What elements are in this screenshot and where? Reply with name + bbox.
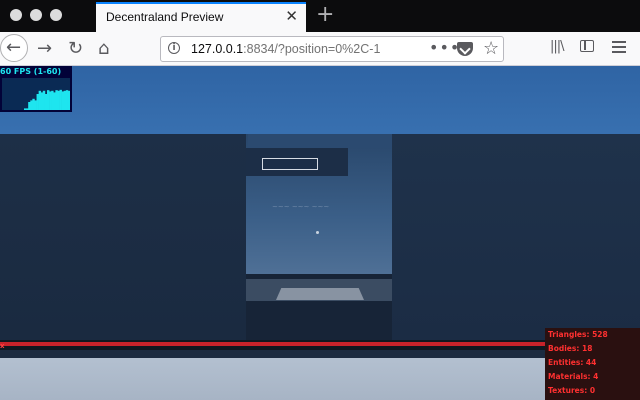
fps-history-bar: [38, 90, 42, 110]
fps-history-bar: [57, 90, 60, 110]
maximize-window-button[interactable]: [50, 9, 62, 21]
fps-history-bar: [53, 92, 56, 110]
fps-monitor: 60 FPS (1-60): [0, 66, 72, 112]
stat-entities: Entities: 44: [548, 358, 597, 367]
fps-history-bar: [63, 90, 67, 110]
upper-wall-strip: [248, 134, 392, 148]
hamburger-menu-icon[interactable]: [612, 41, 626, 56]
right-wall: [392, 134, 640, 340]
stat-textures: Textures: 0: [548, 386, 596, 395]
fps-history-bar: [55, 90, 58, 110]
fps-label: 60 FPS (1-60): [0, 67, 62, 76]
tab-decentraland-preview[interactable]: Decentraland Preview ✕: [96, 2, 306, 32]
library-icon[interactable]: |||\: [550, 39, 564, 54]
fps-history-bar: [26, 108, 29, 110]
scene-viewport[interactable]: ~~~ ~~~ ~~~ x: [0, 66, 640, 400]
sky: [0, 66, 640, 134]
navigation-bar: ← → ↻ ⌂ i 127.0.0.1:8834/?position=0%2C-…: [0, 32, 640, 66]
floor-bar-mark: x: [0, 342, 5, 350]
fps-history-bar: [32, 98, 35, 110]
fps-history-bar: [61, 91, 65, 110]
url-path: :8834/?position=0%2C-1: [243, 42, 381, 56]
fps-history-bar: [49, 91, 52, 110]
back-arrow-icon: ←: [6, 37, 22, 58]
forward-arrow-icon[interactable]: →: [37, 39, 52, 59]
fps-history-bar: [59, 89, 62, 110]
url-host: 127.0.0.1: [191, 42, 244, 56]
fps-history-bar: [28, 102, 31, 110]
page-actions-icon[interactable]: •••: [429, 38, 460, 57]
stat-materials: Materials: 4: [548, 372, 599, 381]
fps-history-bar: [36, 94, 39, 110]
render-stats-panel: Triangles: 528 Bodies: 18 Entities: 44 M…: [545, 328, 640, 400]
fps-graph: [2, 78, 70, 110]
minimize-window-button[interactable]: [30, 9, 42, 21]
fps-history-bar: [67, 90, 70, 110]
fps-history-bar: [42, 90, 46, 110]
home-icon[interactable]: ⌂: [98, 39, 109, 59]
url-bar[interactable]: i 127.0.0.1:8834/?position=0%2C-1 ••• ☆: [160, 36, 504, 62]
fps-history-bar: [65, 90, 69, 110]
crosshair-icon: [316, 231, 319, 234]
fps-history-bar: [24, 108, 27, 110]
tab-close-icon[interactable]: ✕: [285, 8, 298, 24]
new-tab-icon[interactable]: +: [316, 3, 334, 27]
reload-icon[interactable]: ↻: [68, 39, 83, 59]
stat-bodies: Bodies: 18: [548, 344, 593, 353]
fps-history-bar: [34, 100, 37, 110]
fps-history-bar: [40, 92, 44, 110]
platform: [276, 288, 364, 300]
bookmark-star-icon[interactable]: ☆: [483, 38, 499, 59]
left-wall: [0, 134, 248, 340]
stat-triangles: Triangles: 528: [548, 330, 608, 339]
site-info-icon[interactable]: i: [168, 42, 180, 54]
ground-plane: [0, 358, 640, 400]
close-window-button[interactable]: [10, 9, 22, 21]
pocket-icon[interactable]: [457, 42, 473, 56]
floor-red-bar: [0, 342, 640, 346]
fps-history-bar: [47, 90, 50, 110]
tab-bar: Decentraland Preview ✕ +: [0, 0, 640, 32]
back-button[interactable]: ←: [0, 34, 28, 62]
fps-history-bar: [44, 94, 48, 110]
url-text[interactable]: 127.0.0.1:8834/?position=0%2C-1: [191, 42, 421, 56]
sign-frame: [262, 158, 318, 170]
faint-wall-label: ~~~ ~~~ ~~~: [272, 203, 330, 211]
fps-history-bar: [30, 100, 33, 110]
fps-history-bar: [51, 90, 54, 110]
tab-title: Decentraland Preview: [106, 10, 224, 24]
sidebar-icon[interactable]: [580, 40, 594, 52]
